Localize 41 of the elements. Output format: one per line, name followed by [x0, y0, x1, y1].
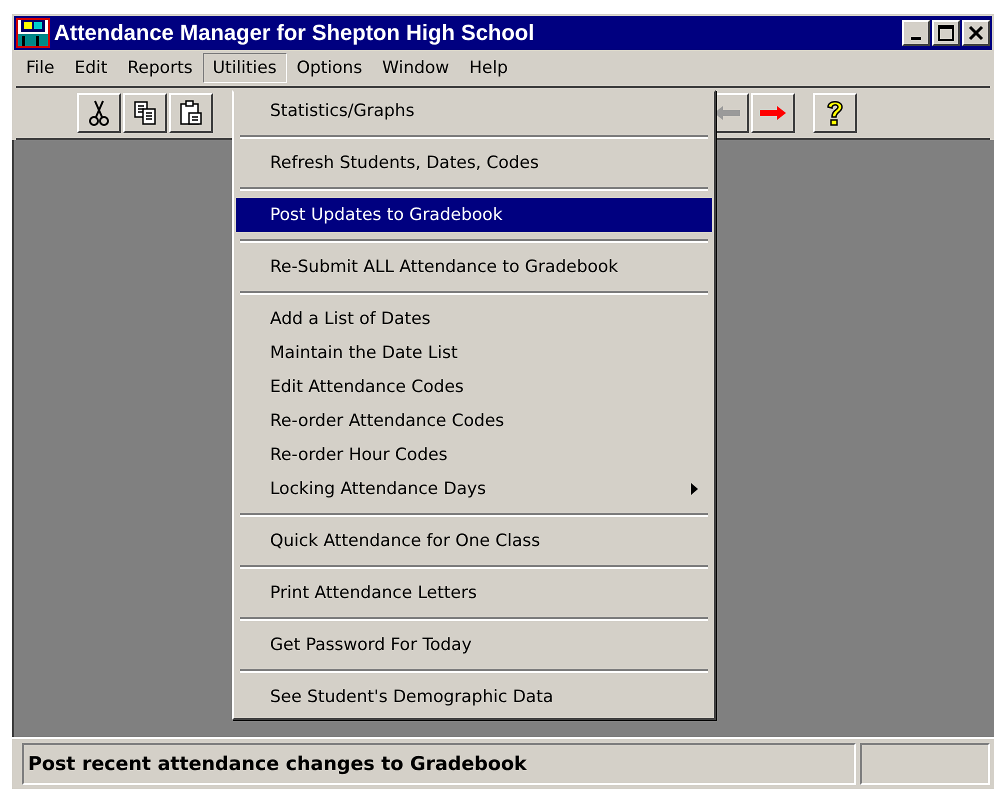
minimize-button[interactable] [902, 20, 930, 46]
menu-item[interactable]: Re-order Hour Codes [236, 438, 712, 472]
status-message: Post recent attendance changes to Gradebook [22, 743, 856, 785]
paste-icon [179, 99, 203, 127]
menu-item[interactable]: Edit Attendance Codes [236, 370, 712, 404]
menu-item[interactable]: Maintain the Date List [236, 336, 712, 370]
close-button[interactable] [962, 20, 990, 46]
menu-item[interactable]: Quick Attendance for One Class [236, 524, 712, 558]
toolbar-button[interactable] [751, 93, 795, 133]
help-button[interactable] [813, 93, 857, 133]
question-mark-icon [826, 99, 844, 127]
maximize-button[interactable] [932, 20, 960, 46]
window-title: Attendance Manager for Shepton High School [54, 20, 534, 46]
menu-item[interactable]: Statistics/Graphs [236, 94, 712, 128]
close-icon [968, 25, 984, 41]
menu-bar-item[interactable]: Reports [117, 53, 203, 83]
toolbar-button[interactable] [169, 93, 213, 133]
left-arrow-icon [714, 106, 740, 120]
app-icon [16, 18, 50, 48]
menu-item[interactable]: Print Attendance Letters [236, 576, 712, 610]
menu-item[interactable]: See Student's Demographic Data [236, 680, 712, 714]
menu-bar-item[interactable]: Utilities [202, 53, 287, 83]
maximize-icon [938, 25, 954, 41]
menu-item[interactable]: Post Updates to Gradebook [236, 198, 712, 232]
menu-item[interactable]: Refresh Students, Dates, Codes [236, 146, 712, 180]
menu-bar-item[interactable]: File [16, 53, 64, 83]
minimize-icon [911, 36, 921, 40]
menu-item[interactable]: Locking Attendance Days [236, 472, 712, 506]
right-arrow-icon [760, 106, 786, 120]
menu-item[interactable]: Re-order Attendance Codes [236, 404, 712, 438]
menu-bar-item[interactable]: Edit [64, 53, 118, 83]
toolbar-button[interactable] [123, 93, 167, 133]
menu-bar-item[interactable]: Options [286, 53, 372, 83]
copy-icon [133, 99, 157, 127]
menu-item[interactable]: Get Password For Today [236, 628, 712, 662]
scissors-icon [87, 99, 111, 127]
menu-bar-item[interactable]: Help [459, 53, 518, 83]
menu-item[interactable]: Re-Submit ALL Attendance to Gradebook [236, 250, 712, 284]
menu-bar-item[interactable]: Window [372, 53, 460, 83]
menu-item[interactable]: Add a List of Dates [236, 302, 712, 336]
toolbar-button[interactable] [77, 93, 121, 133]
